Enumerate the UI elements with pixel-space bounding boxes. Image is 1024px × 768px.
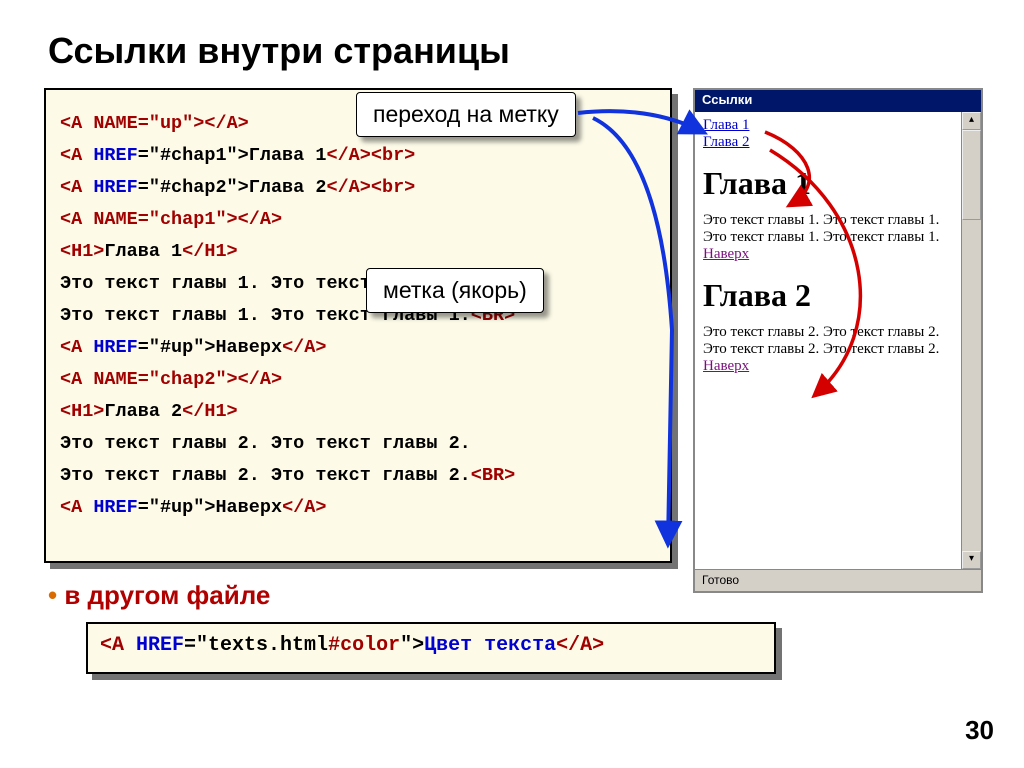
bullet-other-file: • в другом файле — [48, 580, 270, 611]
callout-anchor-label: метка (якорь) — [366, 268, 544, 313]
text-chapter-1: Это текст главы 1. Это текст главы 1. Эт… — [703, 212, 953, 246]
code-line-3: <A HREF="#chap2">Глава 2</A><br> — [60, 177, 415, 198]
browser-window: Ссылки Глава 1 Глава 2 Глава 1 Это текст… — [693, 88, 983, 593]
text-chapter-2: Это текст главы 2. Это текст главы 2. Эт… — [703, 324, 953, 358]
scroll-down-button[interactable]: ▾ — [962, 551, 981, 569]
browser-statusbar: Готово — [695, 569, 981, 591]
browser-content: Глава 1 Глава 2 Глава 1 Это текст главы … — [695, 112, 961, 569]
code-block-main: <A NAME="up"></A> <A HREF="#chap1">Глава… — [44, 88, 672, 563]
code-line-5: <H1>Глава 1</H1> — [60, 241, 238, 262]
code-line-11: Это текст главы 2. Это текст главы 2. — [60, 433, 471, 454]
link-chapter-2[interactable]: Глава 2 — [703, 134, 749, 150]
scroll-thumb[interactable] — [962, 130, 981, 220]
heading-chapter-2: Глава 2 — [703, 277, 953, 314]
browser-titlebar: Ссылки — [695, 90, 981, 112]
code-line-12: Это текст главы 2. Это текст главы 2.<BR… — [60, 465, 515, 486]
code-line-9: <A NAME="chap2"></A> — [60, 369, 282, 390]
code-line-1: <A NAME="up"></A> — [60, 113, 249, 134]
code-line-2: <A HREF="#chap1">Глава 1</A><br> — [60, 145, 415, 166]
code-line-10: <H1>Глава 2</H1> — [60, 401, 238, 422]
slide-title: Ссылки внутри страницы — [48, 30, 510, 72]
link-up-1[interactable]: Наверх — [703, 246, 749, 262]
code-line-4: <A NAME="chap1"></A> — [60, 209, 282, 230]
scroll-track[interactable] — [962, 130, 981, 551]
scroll-up-button[interactable]: ▴ — [962, 112, 981, 130]
code-block-external: <A HREF="texts.html#color">Цвет текста</… — [86, 622, 776, 674]
callout-goto-anchor: переход на метку — [356, 92, 576, 137]
scrollbar[interactable]: ▴ ▾ — [961, 112, 981, 569]
code-line-8: <A HREF="#up">Наверх</A> — [60, 337, 326, 358]
link-up-2[interactable]: Наверх — [703, 358, 749, 374]
code-line-13: <A HREF="#up">Наверх</A> — [60, 497, 326, 518]
page-number: 30 — [965, 715, 994, 746]
bullet-dot-icon: • — [48, 580, 64, 610]
heading-chapter-1: Глава 1 — [703, 165, 953, 202]
link-chapter-1[interactable]: Глава 1 — [703, 117, 749, 133]
